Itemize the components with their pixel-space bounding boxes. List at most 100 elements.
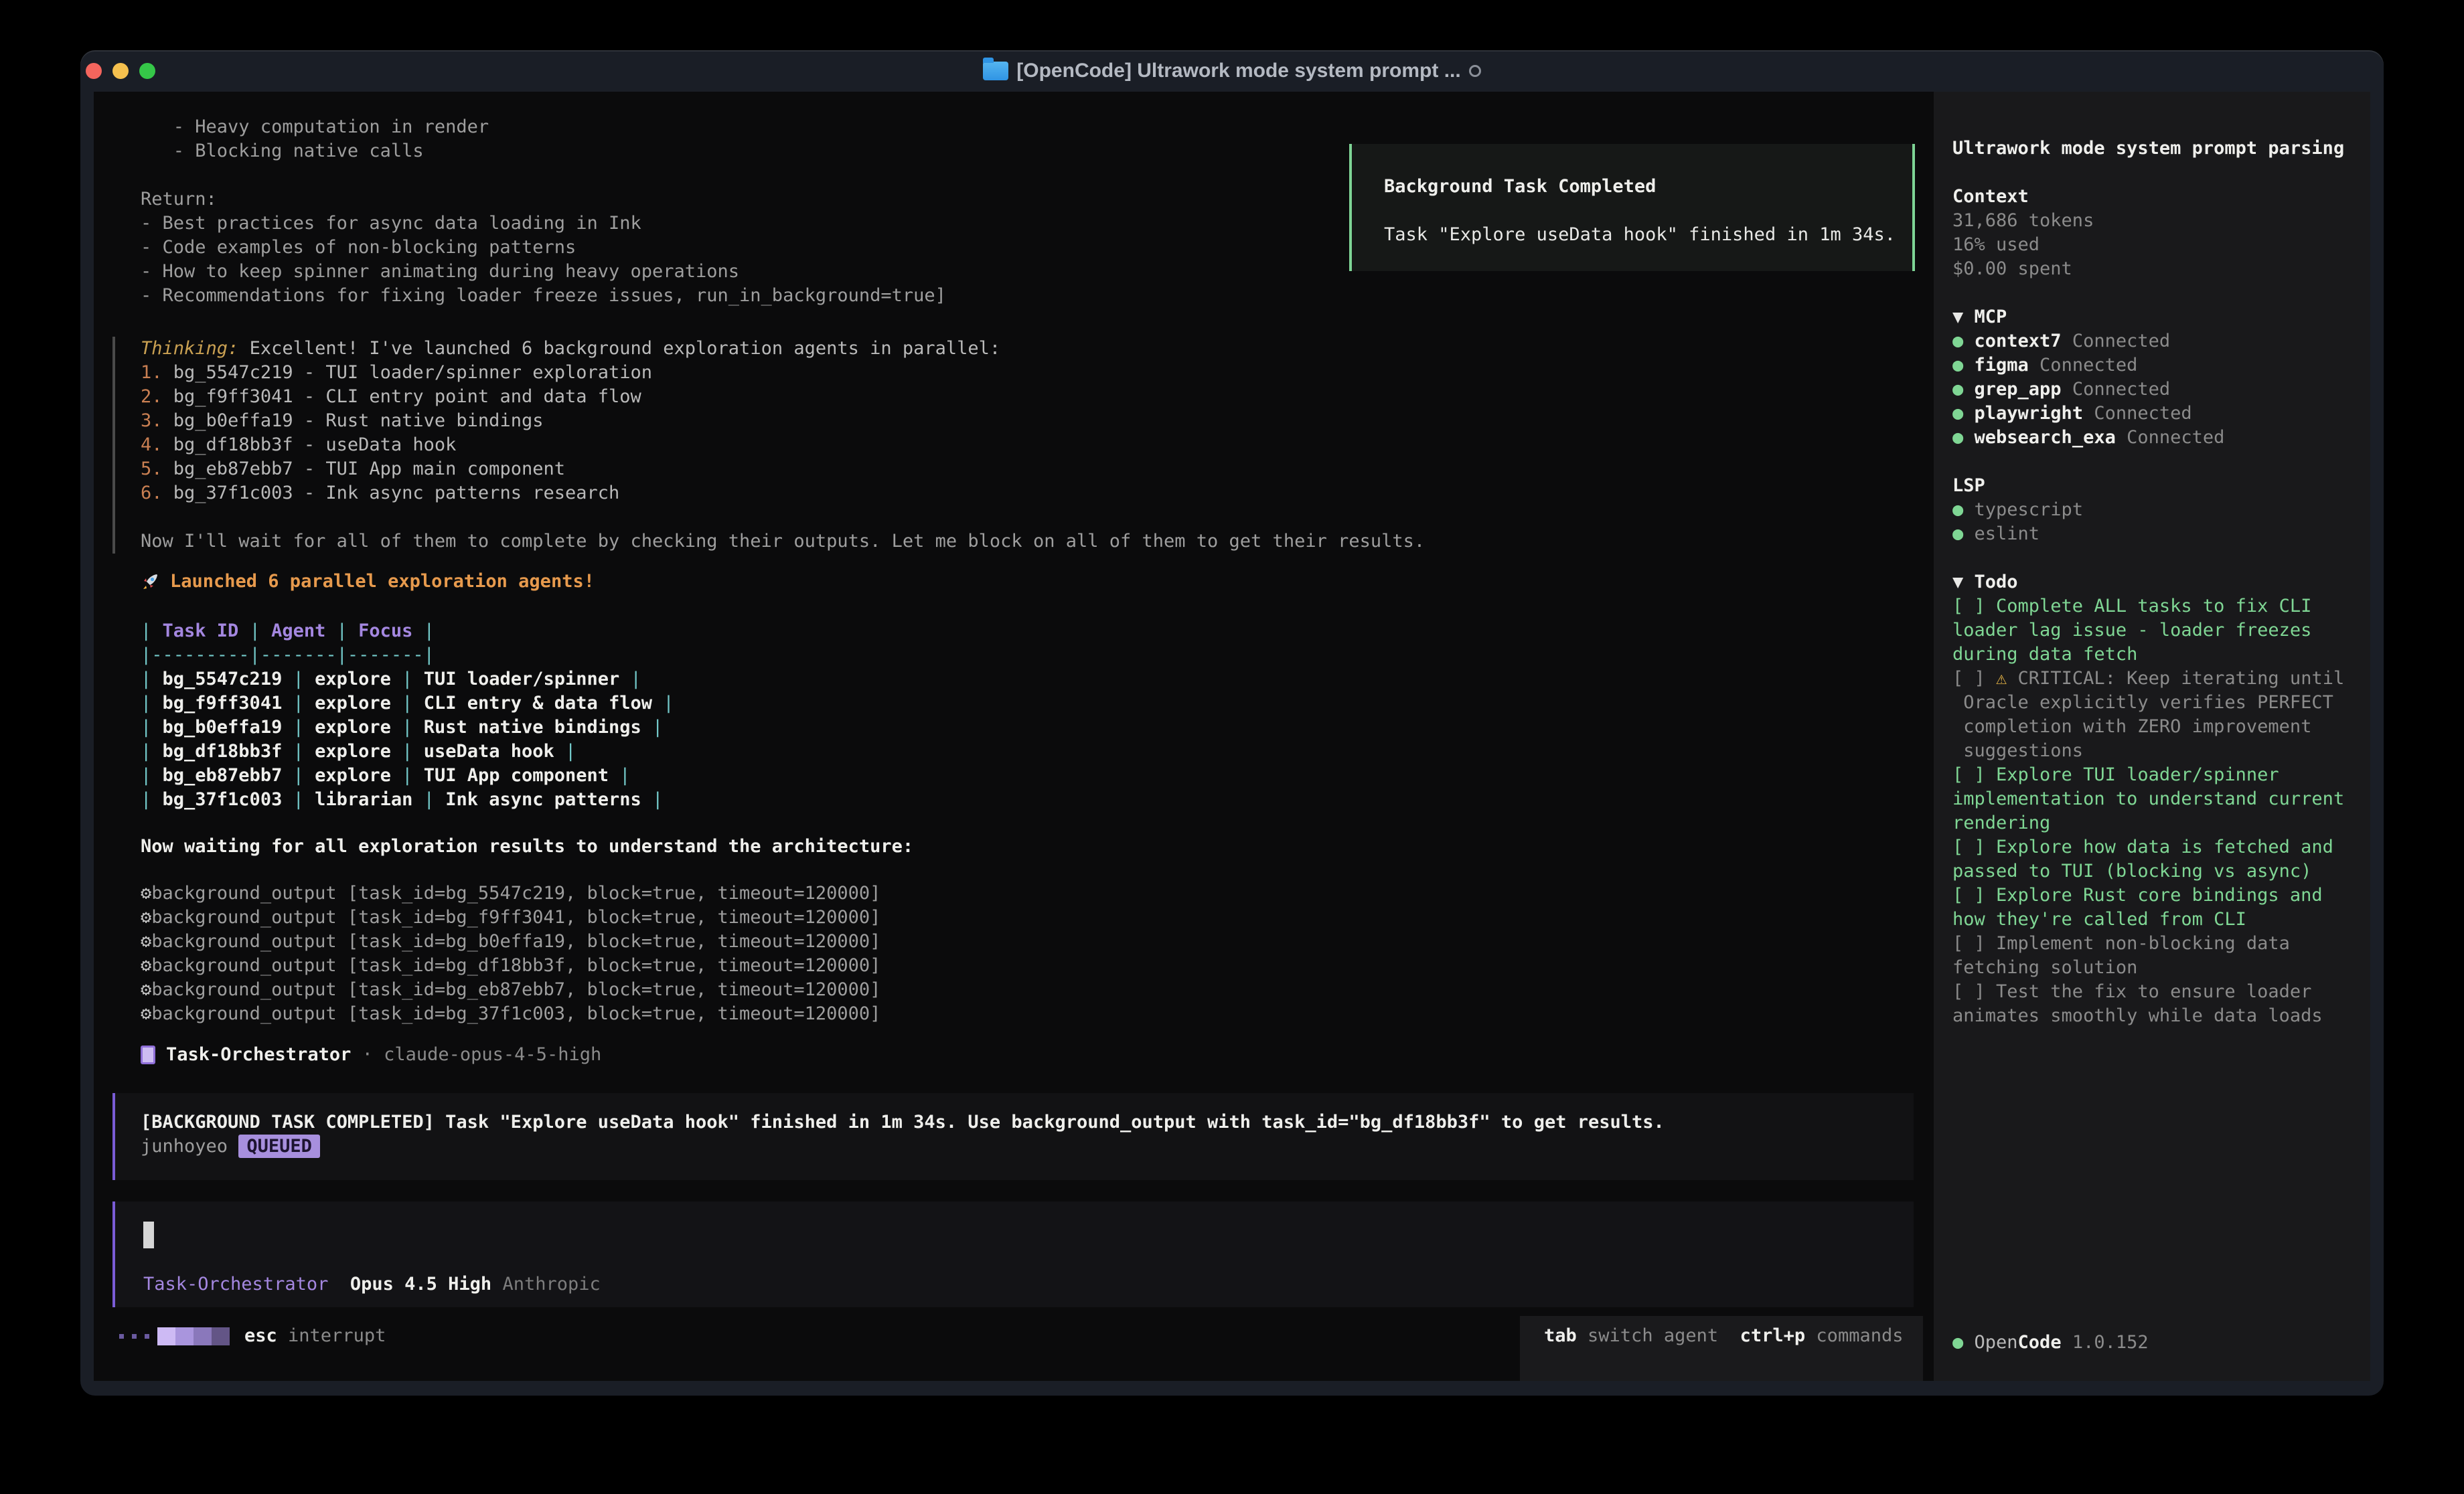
prompt-input[interactable]: Task-Orchestrator Opus 4.5 High Anthropi… [112, 1201, 1914, 1307]
traffic-lights [86, 50, 155, 92]
text-segment: how they're called from CLI [1952, 909, 2246, 930]
text-line: - Best practices for async data loading … [141, 212, 946, 236]
text-segment: Ultrawork mode system prompt parsing [1952, 138, 2344, 159]
text-line: Task-Orchestrator · claude-opus-4-5-high [166, 1043, 601, 1067]
text-segment: ⚙ [141, 883, 151, 904]
text-segment: ⚠ [1996, 668, 2007, 689]
text-segment: Connected [2029, 355, 2138, 376]
text-line: | bg_5547c219 | explore | TUI loader/spi… [141, 667, 674, 691]
text-line [141, 505, 1425, 529]
text-segment: [BACKGROUND TASK COMPLETED] Task "Explor… [141, 1112, 1665, 1133]
text-line: fetching solution [1952, 956, 2370, 980]
text-segment: explore [315, 693, 391, 714]
text-segment: background_output [task_id=bg_eb87ebb7, … [151, 979, 880, 1000]
text-line: ▼ MCP [1952, 305, 2370, 329]
text-segment: Open [1975, 1332, 2018, 1353]
text-segment: 5. [141, 459, 173, 479]
text-line: Return: [141, 187, 946, 212]
text-segment: | [619, 669, 641, 689]
text-segment: ⚙ [141, 1003, 151, 1024]
text-segment: 4. [141, 434, 173, 455]
text-line: ⚙background_output [task_id=bg_df18bb3f,… [141, 954, 880, 978]
terminal-main-pane[interactable]: - Heavy computation in render - Blocking… [94, 92, 1934, 1381]
maximize-window-button[interactable] [139, 63, 155, 79]
text-segment: ⚙ [141, 955, 151, 976]
text-line: | bg_df18bb3f | explore | useData hook | [141, 740, 674, 764]
text-segment: Anthropic [491, 1274, 601, 1295]
window-titlebar[interactable]: [OpenCode] Ultrawork mode system prompt … [80, 50, 2384, 92]
text-segment: passed to TUI (blocking vs async) [1952, 861, 2311, 882]
text-segment: useData hook [424, 741, 554, 762]
text-line: [ ] Explore Rust core bindings and [1952, 884, 2370, 908]
text-segment: ▼ [1952, 572, 1975, 592]
text-segment: | [412, 789, 445, 810]
text-segment: background_output [task_id=bg_df18bb3f, … [151, 955, 880, 976]
text-line: suggestions [1952, 739, 2370, 763]
text-line: 16% used [1952, 233, 2370, 257]
text-segment: loader lag issue - loader freezes [1952, 620, 2311, 641]
launch-announcement: Launched 6 parallel exploration agents! [141, 570, 595, 594]
rocket-icon [141, 572, 161, 592]
text-segment: | [141, 765, 163, 786]
text-line: ● context7 Connected [1952, 329, 2370, 353]
text-segment: 1.0.152 [2062, 1332, 2149, 1353]
text-segment: - Recommendations for fixing loader free… [141, 285, 946, 306]
text-segment: [ ] Implement non-blocking data [1952, 933, 2290, 954]
text-segment: ● [1952, 523, 1975, 544]
waiting-statement: Now waiting for all exploration results … [141, 835, 913, 859]
text-segment: 16% used [1952, 234, 2039, 255]
text-segment: Connected [2116, 427, 2225, 448]
text-segment: | [282, 669, 315, 689]
text-segment: playwright [1975, 403, 2084, 424]
text-segment: Agent [271, 620, 325, 641]
text-segment: ● [1952, 355, 1975, 376]
text-segment: bg_f9ff3041 - CLI entry point and data f… [173, 386, 641, 407]
text-segment: | [391, 765, 424, 786]
text-segment: bg_37f1c003 - Ink async patterns researc… [173, 483, 619, 503]
text-segment: Connected [2062, 331, 2171, 351]
text-line [1952, 546, 2370, 570]
text-segment: ● [1952, 331, 1975, 351]
text-line: 5. bg_eb87ebb7 - TUI App main component [141, 457, 1425, 481]
text-segment: ● [1952, 403, 1975, 424]
minimize-window-button[interactable] [112, 63, 129, 79]
session-sidebar[interactable]: Ultrawork mode system prompt parsing Con… [1934, 92, 2370, 1381]
close-window-button[interactable] [86, 63, 102, 79]
text-line: Context [1952, 185, 2370, 209]
agent-icon [141, 1046, 155, 1064]
text-segment: ▼ [1952, 307, 1975, 327]
text-segment: ⚙ [141, 931, 151, 952]
text-line: Oracle explicitly verifies PERFECT [1952, 691, 2370, 715]
text-segment: during data fetch [1952, 644, 2137, 665]
text-segment: TUI App component [424, 765, 609, 786]
text-line: ⚙background_output [task_id=bg_f9ff3041,… [141, 906, 880, 930]
text-segment: CRITICAL: Keep iterating until [2007, 668, 2344, 689]
mcp-section[interactable]: ▼ MCP● context7 Connected● figma Connect… [1952, 305, 2370, 474]
text-segment: background_output [task_id=bg_37f1c003, … [151, 1003, 880, 1024]
text-line: 1. bg_5547c219 - TUI loader/spinner expl… [141, 361, 1425, 385]
text-segment: junhoyeo [141, 1136, 238, 1157]
toast-notification[interactable]: Background Task Completed Task "Explore … [1349, 144, 1915, 271]
text-line [1952, 161, 2370, 185]
text-line: [ ] Test the fix to ensure loader [1952, 980, 2370, 1004]
text-segment: commands [1805, 1325, 1903, 1346]
text-segment: [ ] Explore Rust core bindings and [1952, 885, 2323, 906]
text-line: LSP [1952, 474, 2370, 498]
text-segment: [ ] [1952, 668, 1996, 689]
text-segment: esc [244, 1325, 277, 1346]
text-segment: Focus [358, 620, 412, 641]
launch-announcement-text: Launched 6 parallel exploration agents! [170, 570, 595, 594]
text-segment: bg_df18bb3f [163, 741, 283, 762]
text-line: during data fetch [1952, 643, 2370, 667]
text-segment: | [609, 765, 631, 786]
text-segment: - How to keep spinner animating during h… [141, 261, 739, 282]
window-title: [OpenCode] Ultrawork mode system prompt … [983, 60, 1480, 82]
text-line: Ultrawork mode system prompt parsing [1952, 137, 2370, 161]
text-segment: | [141, 717, 163, 738]
text-line: ● eslint [1952, 522, 2370, 546]
todo-section[interactable]: ▼ Todo[ ] Complete ALL tasks to fix CLIl… [1952, 570, 2370, 1028]
text-segment: ⚙ [141, 979, 151, 1000]
text-segment: background_output [task_id=bg_5547c219, … [151, 883, 880, 904]
text-segment: interrupt [277, 1325, 386, 1346]
text-line: [ ] Explore TUI loader/spinner [1952, 763, 2370, 787]
